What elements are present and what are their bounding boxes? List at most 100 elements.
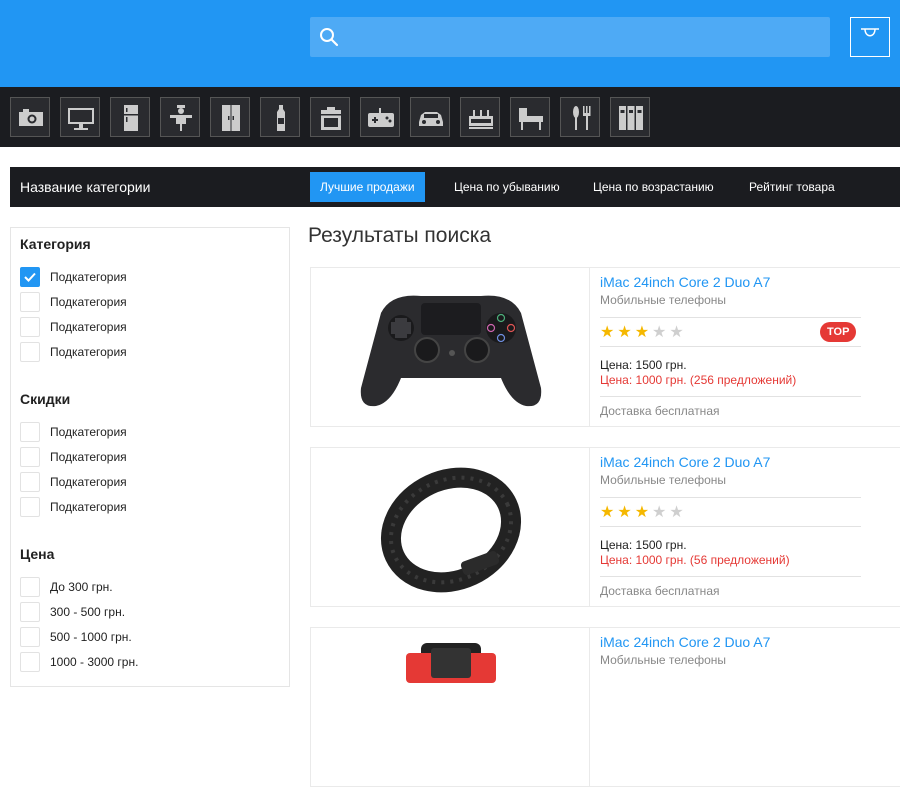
stove-icon: [321, 107, 341, 130]
filter-option-label: 1000 - 3000 грн.: [50, 655, 139, 669]
sort-rating[interactable]: Рейтинг товара: [739, 172, 845, 202]
checkbox[interactable]: [20, 292, 40, 312]
category-gamepad[interactable]: [360, 97, 400, 137]
filter-option-label: Подкатегория: [50, 500, 127, 514]
filter-option[interactable]: Подкатегория: [20, 422, 270, 442]
filter-option[interactable]: Подкатегория: [20, 472, 270, 492]
fitness-band-image: [380, 467, 522, 593]
gamepad-image: [360, 295, 542, 407]
divider: [600, 346, 861, 347]
category-bottle[interactable]: [260, 97, 300, 137]
filter-option[interactable]: Подкатегория: [20, 497, 270, 517]
checkbox[interactable]: [20, 317, 40, 337]
category-title: Название категории: [20, 179, 151, 195]
filter-option[interactable]: Подкатегория: [20, 447, 270, 467]
filter-option[interactable]: 1000 - 3000 грн.: [20, 652, 270, 672]
search-icon[interactable]: [319, 27, 339, 47]
sort-bar: Название категории Лучшие продажи Цена п…: [10, 167, 900, 207]
filter-option-label: Подкатегория: [50, 425, 127, 439]
search-box[interactable]: [310, 17, 830, 57]
rating-stars: ★★★★★: [600, 504, 687, 521]
divider: [600, 576, 861, 577]
filter-option[interactable]: Подкатегория: [20, 267, 270, 287]
checkbox[interactable]: [20, 577, 40, 597]
filter-option[interactable]: До 300 грн.: [20, 577, 270, 597]
checkbox[interactable]: [20, 652, 40, 672]
check-icon: [24, 272, 36, 282]
checkbox[interactable]: [20, 422, 40, 442]
filter-option-label: Подкатегория: [50, 295, 127, 309]
product-category: Мобильные телефоны: [600, 653, 727, 667]
filter-option-label: Подкатегория: [50, 475, 127, 489]
product-name-link[interactable]: iMac 24inch Core 2 Duo A7: [600, 274, 770, 290]
bottle-icon: [277, 105, 285, 131]
category-wardrobe[interactable]: [210, 97, 250, 137]
cutlery-icon: [573, 106, 591, 130]
product-price: Цена: 1500 грн.: [600, 358, 687, 372]
results-title: Результаты поиска: [308, 224, 492, 247]
checkbox[interactable]: [20, 267, 40, 287]
product-image[interactable]: [311, 268, 590, 426]
product-price: Цена: 1500 грн.: [600, 538, 687, 552]
wardrobe-icon: [222, 105, 240, 131]
category-cutlery[interactable]: [560, 97, 600, 137]
divider: [600, 396, 861, 397]
fridge-icon: [124, 105, 138, 131]
delivery-info: Доставка бесплатная: [600, 404, 720, 418]
product-image[interactable]: [311, 448, 590, 606]
cart-button[interactable]: [850, 17, 890, 57]
category-car[interactable]: [410, 97, 450, 137]
checkbox[interactable]: [20, 497, 40, 517]
category-stove[interactable]: [310, 97, 350, 137]
sort-price-asc[interactable]: Цена по возрастанию: [583, 172, 724, 202]
sort-best-sellers[interactable]: Лучшие продажи: [310, 172, 425, 202]
divider: [600, 497, 861, 498]
divider: [600, 526, 861, 527]
filter-option[interactable]: Подкатегория: [20, 292, 270, 312]
filter-group-title: Категория: [20, 236, 91, 252]
gamepad-icon: [368, 108, 394, 127]
rating-stars: ★★★★★: [600, 324, 687, 341]
divider: [600, 317, 861, 318]
product-offers: Цена: 1000 грн. (56 предложений): [600, 553, 790, 567]
product-category: Мобильные телефоны: [600, 293, 727, 307]
product-name-link[interactable]: iMac 24inch Core 2 Duo A7: [600, 634, 770, 650]
checkbox[interactable]: [20, 602, 40, 622]
checkbox[interactable]: [20, 627, 40, 647]
product-card: iMac 24inch Core 2 Duo A7 Мобильные теле…: [310, 627, 900, 787]
filter-option[interactable]: 500 - 1000 грн.: [20, 627, 270, 647]
category-tabletop[interactable]: [460, 97, 500, 137]
monitor-icon: [68, 108, 94, 130]
category-camera[interactable]: [10, 97, 50, 137]
watch-image: [406, 643, 496, 683]
filter-option-label: 500 - 1000 грн.: [50, 630, 132, 644]
filter-option[interactable]: 300 - 500 грн.: [20, 602, 270, 622]
category-binders[interactable]: [610, 97, 650, 137]
filter-sidebar: Категория Подкатегория Подкатегория Подк…: [10, 227, 290, 687]
filter-option[interactable]: Подкатегория: [20, 342, 270, 362]
camera-icon: [19, 109, 43, 126]
product-image[interactable]: [311, 628, 590, 786]
category-scarecrow[interactable]: [160, 97, 200, 137]
checkbox[interactable]: [20, 342, 40, 362]
sort-price-desc[interactable]: Цена по убыванию: [444, 172, 570, 202]
filter-option-label: Подкатегория: [50, 320, 127, 334]
product-info: iMac 24inch Core 2 Duo A7 Мобильные теле…: [600, 628, 861, 786]
filter-group-title: Цена: [20, 546, 55, 562]
binders-icon: [619, 106, 643, 130]
product-card: iMac 24inch Core 2 Duo A7 Мобильные теле…: [310, 267, 900, 427]
search-input[interactable]: [348, 17, 818, 57]
filter-group-title: Скидки: [20, 391, 71, 407]
filter-option-label: Подкатегория: [50, 450, 127, 464]
top-badge: TOP: [820, 322, 857, 342]
category-fridge[interactable]: [110, 97, 150, 137]
product-name-link[interactable]: iMac 24inch Core 2 Duo A7: [600, 454, 770, 470]
category-piano[interactable]: [510, 97, 550, 137]
category-monitor[interactable]: [60, 97, 100, 137]
filter-option-label: 300 - 500 грн.: [50, 605, 126, 619]
checkbox[interactable]: [20, 472, 40, 492]
product-info: iMac 24inch Core 2 Duo A7 Мобильные теле…: [600, 448, 861, 606]
filter-option[interactable]: Подкатегория: [20, 317, 270, 337]
product-category: Мобильные телефоны: [600, 473, 727, 487]
checkbox[interactable]: [20, 447, 40, 467]
